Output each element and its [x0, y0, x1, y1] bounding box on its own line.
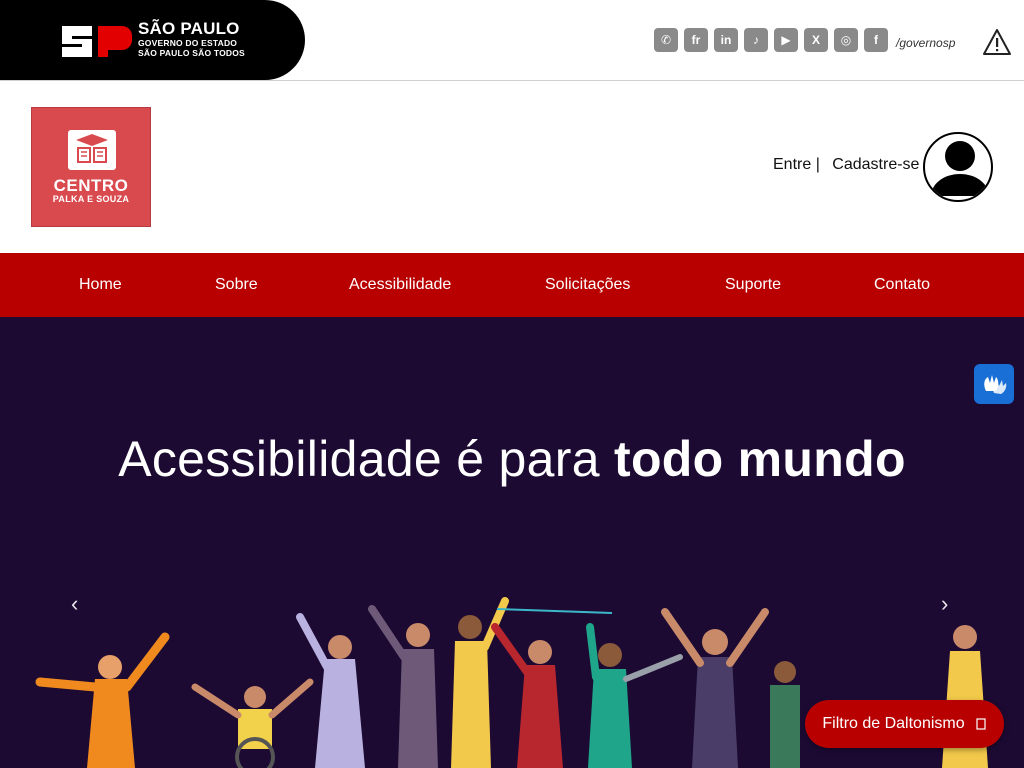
sign-language-hands-icon[interactable] — [974, 364, 1014, 404]
user-avatar-icon[interactable] — [923, 132, 993, 202]
main-nav: Home Sobre Acessibilidade Solicitações S… — [0, 253, 1024, 317]
nav-contato[interactable]: Contato — [874, 276, 930, 294]
x-icon[interactable]: X — [804, 28, 828, 52]
person-figure — [770, 661, 800, 768]
person-figure — [586, 623, 683, 768]
person-figure — [35, 632, 170, 768]
site-header: CENTRO PALKA E SOUZA Entre | Cadastre-se — [0, 81, 1024, 253]
warning-icon[interactable] — [982, 28, 1012, 56]
login-link[interactable]: Entre | — [773, 156, 820, 173]
person-wheelchair-figure — [191, 678, 314, 768]
flickr-icon[interactable]: fr — [684, 28, 708, 52]
gov-slogan: SÃO PAULO SÃO TODOS — [138, 48, 245, 58]
whatsapp-icon[interactable]: ✆ — [654, 28, 678, 52]
nav-sobre[interactable]: Sobre — [215, 276, 258, 294]
color-filter-button[interactable]: Filtro de Daltonismo — [805, 700, 1004, 748]
nav-solicitacoes[interactable]: Solicitações — [545, 276, 630, 294]
person-figure — [661, 608, 769, 768]
signup-link[interactable]: Cadastre-se — [832, 156, 919, 173]
social-handle: /governosp — [896, 36, 956, 50]
gov-top-bar: SÃO PAULO GOVERNO DO ESTADO SÃO PAULO SÃ… — [0, 0, 1024, 81]
linkedin-icon[interactable]: in — [714, 28, 738, 52]
gov-title: SÃO PAULO — [138, 19, 240, 38]
centro-logo[interactable]: CENTRO PALKA E SOUZA — [31, 107, 151, 227]
brand-line2: PALKA E SOUZA — [52, 194, 130, 204]
gov-subtitle: GOVERNO DO ESTADO — [138, 38, 238, 48]
nav-home[interactable]: Home — [79, 276, 122, 294]
gov-logo[interactable]: SÃO PAULO GOVERNO DO ESTADO SÃO PAULO SÃ… — [0, 0, 305, 80]
person-figure — [296, 613, 365, 768]
hero-title: Acessibilidade é para todo mundo — [0, 430, 1024, 488]
person-figure — [368, 605, 438, 768]
brand-line1: CENTRO — [53, 176, 129, 195]
hero-title-light: Acessibilidade é para — [118, 431, 600, 487]
auth-links: Entre | Cadastre-se — [773, 156, 919, 174]
nav-acessibilidade[interactable]: Acessibilidade — [349, 276, 451, 294]
eye-icon — [976, 718, 986, 730]
youtube-icon[interactable]: ▶ — [774, 28, 798, 52]
person-figure — [491, 623, 563, 768]
social-links: ✆ fr in ♪ ▶ X ◎ f — [654, 28, 888, 52]
nav-suporte[interactable]: Suporte — [725, 276, 781, 294]
book-graduation-icon — [68, 130, 116, 170]
sp-logo-mark — [62, 26, 132, 57]
tiktok-icon[interactable]: ♪ — [744, 28, 768, 52]
instagram-icon[interactable]: ◎ — [834, 28, 858, 52]
color-filter-label: Filtro de Daltonismo — [822, 715, 965, 732]
facebook-icon[interactable]: f — [864, 28, 888, 52]
hero-title-bold: todo mundo — [614, 431, 906, 487]
